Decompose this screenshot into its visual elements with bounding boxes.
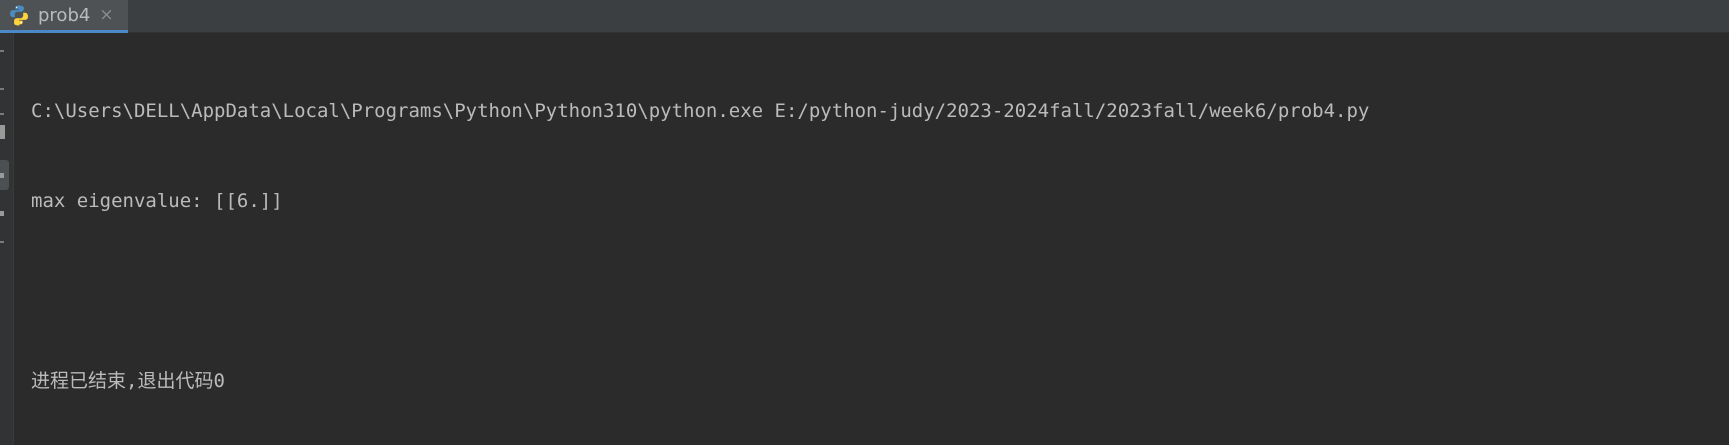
tab-label: prob4 <box>38 4 91 26</box>
close-icon[interactable]: × <box>99 6 113 24</box>
gutter-mark <box>0 241 4 243</box>
console-exit-message: 进程已结束,退出代码0 <box>31 370 225 392</box>
left-gutter <box>0 33 14 445</box>
gutter-mark <box>0 88 4 90</box>
editor-tab-bar: prob4 × <box>0 0 1729 33</box>
gutter-mark <box>0 113 4 115</box>
tab-prob4[interactable]: prob4 × <box>0 0 128 33</box>
python-icon <box>8 4 30 26</box>
run-console-output[interactable]: C:\Users\DELL\AppData\Local\Programs\Pyt… <box>31 36 1711 426</box>
console-command-line: C:\Users\DELL\AppData\Local\Programs\Pyt… <box>31 100 1370 122</box>
gutter-mark <box>0 173 4 178</box>
gutter-mark <box>0 211 4 216</box>
gutter-mark <box>0 50 4 52</box>
console-output-line: max eigenvalue: [[6.]] <box>31 190 283 212</box>
gutter-mark <box>0 125 5 139</box>
